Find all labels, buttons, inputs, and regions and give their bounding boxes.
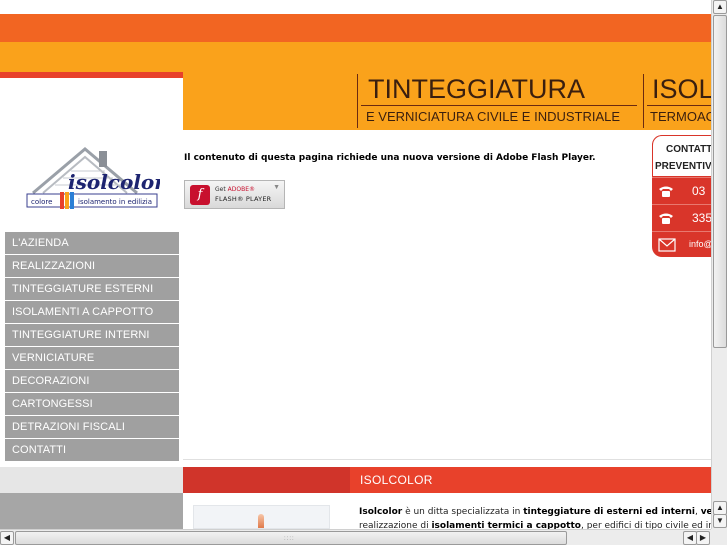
intro-brand: Isolcolor (359, 507, 403, 517)
header-divider-2 (643, 74, 644, 128)
left-bottom-light (0, 467, 183, 493)
header-title-tinteggiatura: TINTEGGIATURA (368, 74, 586, 104)
main-menu: L'AZIENDA REALIZZAZIONI TINTEGGIATURE ES… (5, 232, 179, 462)
menu-item-tinteggiature-esterni[interactable]: TINTEGGIATURE ESTERNI (5, 278, 179, 300)
intro-paragraph: Isolcolor è un ditta specializzata in ti… (359, 505, 711, 529)
top-amber-band (0, 42, 711, 72)
flash-player-label: FLASH® PLAYER (215, 195, 272, 203)
section-header-dark (183, 467, 350, 493)
scroll-right-button[interactable]: ▶ (696, 531, 710, 545)
contact-title: CONTATTA (666, 144, 711, 155)
telephone-icon (659, 213, 673, 224)
envelope-icon (658, 238, 676, 252)
contact-email: info@ (689, 239, 711, 249)
top-orange-band (0, 14, 711, 42)
flash-required-message: Il contenuto di questa pagina richiede u… (184, 153, 596, 163)
menu-item-verniciature[interactable]: VERNICIATURE (5, 347, 179, 369)
horizontal-scroll-thumb[interactable]: :::: (15, 531, 567, 545)
contact-phone-row-1[interactable]: 03 (652, 177, 711, 204)
download-arrow-icon: ▼ (273, 184, 280, 191)
header-divider (357, 74, 358, 128)
contact-widget[interactable]: CONTATTA PREVENTIV 03 335 info@ (652, 135, 711, 257)
contact-email-row[interactable]: info@ (652, 231, 711, 257)
scrollbar-corner (711, 529, 727, 545)
page-viewport: TINTEGGIATURA E VERNICIATURA CIVILE E IN… (0, 0, 711, 529)
header-title-isolamenti: ISOL (652, 74, 711, 104)
header-subtitle-verniciatura: E VERNICIATURA CIVILE E INDUSTRIALE (366, 109, 621, 124)
menu-item-cartongessi[interactable]: CARTONGESSI (5, 393, 179, 415)
scroll-up-button[interactable]: ▲ (713, 0, 727, 14)
logo-tagline-right: isolamento in edilizia (78, 198, 152, 206)
flash-get-text: Get (215, 186, 226, 193)
header-underline (361, 105, 637, 106)
contact-phone-row-2[interactable]: 335 (652, 204, 711, 231)
get-flash-player-button[interactable]: f Get ADOBE® FLASH® PLAYER ▼ (184, 180, 285, 209)
intro-photo (193, 505, 330, 529)
menu-item-detrazioni-fiscali[interactable]: DETRAZIONI FISCALI (5, 416, 179, 438)
intro-bold-1: tinteggiature di esterni ed interni (523, 507, 695, 517)
vertical-scrollbar[interactable]: ▲ ▲ ▼ (711, 0, 727, 529)
header-underline-2 (647, 105, 711, 106)
header-subtitle-termoacustici: TERMOAC (650, 109, 711, 124)
logo-graphic: isolcolor colore isolamento in edilizia (26, 147, 166, 209)
section-header-bar: ISOLCOLOR (183, 467, 711, 493)
vertical-scroll-thumb[interactable] (713, 15, 727, 348)
photo-detail (258, 514, 264, 528)
left-bottom-grey (0, 493, 183, 529)
flash-adobe-text: ADOBE® (227, 186, 255, 193)
menu-item-decorazioni[interactable]: DECORAZIONI (5, 370, 179, 392)
logo-brand: isolcolor (68, 170, 160, 194)
contact-header: CONTATTA PREVENTIV (652, 135, 711, 177)
intro-text-3: realizzazione di (359, 521, 432, 529)
intro-bold-3: isolamenti termici a cappotto (431, 521, 581, 529)
scroll-grip-icon: :::: (284, 536, 295, 542)
menu-item-contatti[interactable]: CONTATTI (5, 439, 179, 461)
menu-item-tinteggiature-interni[interactable]: TINTEGGIATURE INTERNI (5, 324, 179, 346)
horizontal-scrollbar[interactable]: ◀ :::: ◀ ▶ (0, 529, 711, 545)
contact-subtitle: PREVENTIV (655, 161, 711, 172)
section-title: ISOLCOLOR (360, 473, 433, 487)
scroll-down-button[interactable]: ▼ (713, 514, 727, 528)
flash-get-label: Get ADOBE® (215, 186, 255, 193)
scroll-up-button-lower[interactable]: ▲ (713, 501, 727, 515)
telephone-icon (659, 186, 673, 197)
intro-line-1: Isolcolor è un ditta specializzata in ti… (359, 505, 711, 519)
scroll-left-button-right[interactable]: ◀ (683, 531, 697, 545)
flash-icon: f (190, 185, 210, 205)
isolcolor-logo[interactable]: isolcolor colore isolamento in edilizia (25, 145, 166, 213)
intro-bold-2: vernicia (700, 507, 711, 517)
menu-item-isolamenti-cappotto[interactable]: ISOLAMENTI A CAPPOTTO (5, 301, 179, 323)
contact-phone-1: 03 (692, 184, 706, 198)
menu-item-azienda[interactable]: L'AZIENDA (5, 232, 179, 254)
intro-line-2: realizzazione di isolamenti termici a ca… (359, 519, 711, 529)
menu-item-realizzazioni[interactable]: REALIZZAZIONI (5, 255, 179, 277)
contact-phone-2: 335 (692, 211, 711, 225)
logo-tagline-left: colore (31, 198, 52, 206)
intro-text-4: , per edifici di tipo civile ed indus (580, 521, 711, 529)
intro-text-1: è un ditta specializzata in (402, 507, 524, 517)
content-divider (183, 459, 711, 460)
scroll-left-button[interactable]: ◀ (0, 531, 14, 545)
